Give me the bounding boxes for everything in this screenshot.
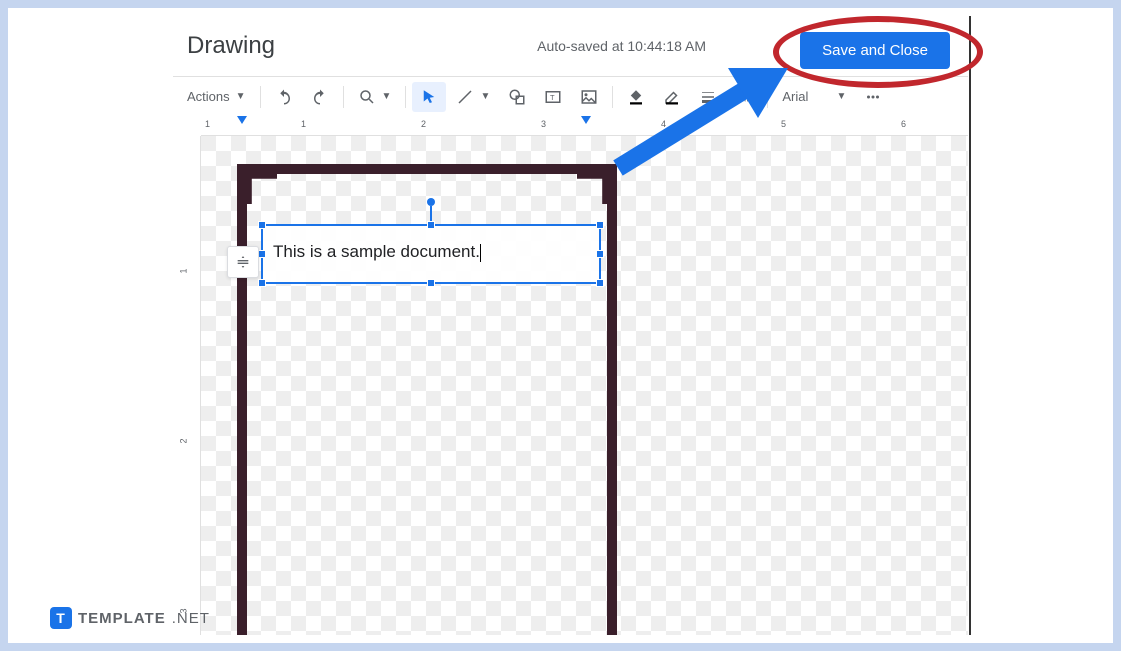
image-icon bbox=[580, 88, 598, 106]
border-weight-button[interactable] bbox=[691, 82, 725, 112]
watermark-icon: T bbox=[50, 607, 72, 629]
resize-handle-sw[interactable] bbox=[258, 279, 266, 287]
actions-menu-button[interactable]: Actions▼ bbox=[179, 82, 254, 112]
ruler-tick: 4 bbox=[661, 119, 666, 129]
textbox-tool-button[interactable]: T bbox=[536, 82, 570, 112]
shape-icon bbox=[508, 88, 526, 106]
watermark-text-suffix: .NET bbox=[172, 610, 210, 627]
app-frame: Drawing Auto-saved at 10:44:18 AM Save a… bbox=[0, 0, 1121, 651]
textbox-drag-handle[interactable] bbox=[227, 246, 259, 278]
resize-handle-se[interactable] bbox=[596, 279, 604, 287]
zoom-button[interactable]: ▼ bbox=[350, 82, 400, 112]
chevron-down-icon: ▼ bbox=[236, 91, 246, 102]
horizontal-ruler[interactable]: 1 1 2 3 4 5 6 bbox=[201, 116, 968, 136]
shape-tool-button[interactable] bbox=[500, 82, 534, 112]
select-tool-button[interactable] bbox=[412, 82, 446, 112]
resize-handle-ne[interactable] bbox=[596, 221, 604, 229]
text-cursor bbox=[480, 244, 481, 262]
fill-color-button[interactable] bbox=[619, 82, 653, 112]
watermark: T TEMPLATE .NET bbox=[50, 607, 210, 629]
rotation-handle[interactable] bbox=[427, 198, 435, 206]
margin-marker-right[interactable] bbox=[581, 116, 591, 124]
line-tool-button[interactable]: ▼ bbox=[448, 82, 498, 112]
font-select-button[interactable]: Arial▼ bbox=[774, 82, 854, 112]
border-dash-icon bbox=[735, 88, 753, 106]
undo-button[interactable] bbox=[267, 82, 301, 112]
border-color-icon bbox=[663, 88, 681, 106]
canvas-area: 1 1 2 3 4 5 6 1 2 3 bbox=[173, 116, 968, 635]
resize-handle-w[interactable] bbox=[258, 250, 266, 258]
separator bbox=[612, 86, 613, 108]
autosave-status: Auto-saved at 10:44:18 AM bbox=[537, 38, 706, 54]
more-icon bbox=[864, 88, 882, 106]
dialog-title: Drawing bbox=[187, 32, 275, 60]
resize-handle-s[interactable] bbox=[427, 279, 435, 287]
separator bbox=[767, 86, 768, 108]
toolbar: Actions▼ ▼ ▼ T Arial▼ bbox=[173, 76, 968, 116]
ruler-tick: 1 bbox=[301, 119, 306, 129]
ruler-tick: 2 bbox=[421, 119, 426, 129]
more-options-button[interactable] bbox=[856, 82, 890, 112]
border-weight-icon bbox=[699, 88, 717, 106]
rotation-connector bbox=[430, 206, 432, 222]
drawing-dialog: Drawing Auto-saved at 10:44:18 AM Save a… bbox=[173, 16, 968, 635]
ruler-tick: 1 bbox=[179, 268, 189, 273]
separator bbox=[405, 86, 406, 108]
separator bbox=[260, 86, 261, 108]
vertical-ruler[interactable]: 1 2 3 bbox=[173, 136, 201, 635]
redo-icon bbox=[311, 88, 329, 106]
svg-text:T: T bbox=[550, 93, 555, 102]
dialog-header: Drawing Auto-saved at 10:44:18 AM Save a… bbox=[173, 16, 968, 76]
margin-marker-left[interactable] bbox=[237, 116, 247, 124]
drawing-canvas[interactable]: This is a sample document. bbox=[201, 136, 968, 635]
chevron-down-icon: ▼ bbox=[382, 91, 392, 102]
border-dash-button[interactable] bbox=[727, 82, 761, 112]
fill-color-icon bbox=[627, 88, 645, 106]
chevron-down-icon: ▼ bbox=[480, 91, 490, 102]
resize-handle-nw[interactable] bbox=[258, 221, 266, 229]
ruler-tick: 3 bbox=[541, 119, 546, 129]
resize-handle-n[interactable] bbox=[427, 221, 435, 229]
save-and-close-button[interactable]: Save and Close bbox=[800, 32, 950, 69]
ruler-tick: 5 bbox=[781, 119, 786, 129]
undo-icon bbox=[275, 88, 293, 106]
dialog-right-border bbox=[969, 16, 971, 635]
textbox-icon: T bbox=[544, 88, 562, 106]
selected-textbox[interactable]: This is a sample document. bbox=[261, 224, 601, 284]
watermark-text-main: TEMPLATE bbox=[78, 610, 166, 627]
image-tool-button[interactable] bbox=[572, 82, 606, 112]
zoom-icon bbox=[358, 88, 376, 106]
line-icon bbox=[456, 88, 474, 106]
ruler-tick: 1 bbox=[205, 119, 210, 129]
drag-icon bbox=[235, 254, 251, 270]
chevron-down-icon: ▼ bbox=[836, 91, 846, 102]
redo-button[interactable] bbox=[303, 82, 337, 112]
select-icon bbox=[420, 88, 438, 106]
ruler-tick: 6 bbox=[901, 119, 906, 129]
separator bbox=[343, 86, 344, 108]
textbox-content[interactable]: This is a sample document. bbox=[263, 226, 599, 278]
ruler-tick: 2 bbox=[179, 438, 189, 443]
resize-handle-e[interactable] bbox=[596, 250, 604, 258]
border-color-button[interactable] bbox=[655, 82, 689, 112]
